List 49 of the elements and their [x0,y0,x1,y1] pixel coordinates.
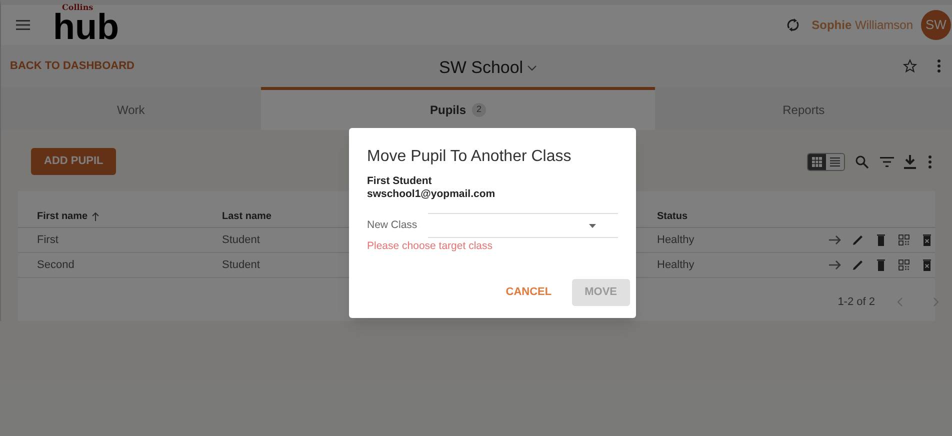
star-icon[interactable] [903,59,917,73]
column-header[interactable]: Last name [222,209,272,224]
table-cell: Healthy [657,234,694,246]
dropdown-arrow-icon [589,224,596,228]
qr-code-icon[interactable] [897,258,911,272]
download-icon[interactable] [904,154,916,168]
arrow-right-icon[interactable] [828,233,842,247]
filter-icon[interactable] [880,156,894,166]
pencil-icon[interactable] [851,258,865,272]
pupil-email: swschool1@yopmail.com [367,188,496,201]
qr-code-icon[interactable] [897,233,911,247]
trash-icon[interactable] [874,233,888,247]
cancel-button[interactable]: CANCEL [504,278,554,306]
logo-small-text: Collins [62,2,94,12]
tab[interactable]: Work [1,87,261,130]
back-link[interactable]: BACK TO DASHBOARD [10,58,134,74]
tab[interactable]: Reports [655,87,952,130]
table-cell: Second [37,258,74,271]
table-cell: Student [222,234,260,246]
table-cell: First [37,234,58,246]
add-pupil-button[interactable]: ADD PUPIL [31,148,116,175]
arrow-right-icon[interactable] [828,258,842,272]
pencil-icon[interactable] [851,233,865,247]
table-cell: Healthy [657,258,694,271]
grid-view-icon[interactable] [808,154,826,170]
delete-box-icon[interactable] [920,233,934,247]
pupil-name: First Student [367,175,433,188]
tab[interactable]: Pupils 2 [260,87,656,130]
pagination-text: 1-2 of 2 [838,294,875,310]
sort-arrow-icon[interactable] [92,212,99,221]
error-message: Please choose target class [367,239,494,254]
column-header[interactable]: Status [657,209,688,224]
dialog-title: Move Pupil To Another Class [367,147,572,167]
user-avatar[interactable]: SW [921,10,951,40]
trash-icon[interactable] [874,258,888,272]
logo-text[interactable]: hub [53,13,119,41]
search-icon[interactable] [855,154,869,168]
school-title[interactable]: SW School [439,55,524,80]
field-label: New Class [367,218,418,233]
menu-icon[interactable] [16,20,30,30]
user-name[interactable]: Sophie Williamson [812,16,913,34]
sync-icon[interactable] [786,18,800,32]
count-badge: 2 [472,103,486,117]
column-header[interactable]: First name [37,209,88,224]
chevron-down-icon[interactable] [527,64,538,71]
delete-box-icon[interactable] [920,258,934,272]
more-icon[interactable] [937,59,941,73]
table-cell: Student [222,258,260,271]
more-icon[interactable] [928,154,932,168]
